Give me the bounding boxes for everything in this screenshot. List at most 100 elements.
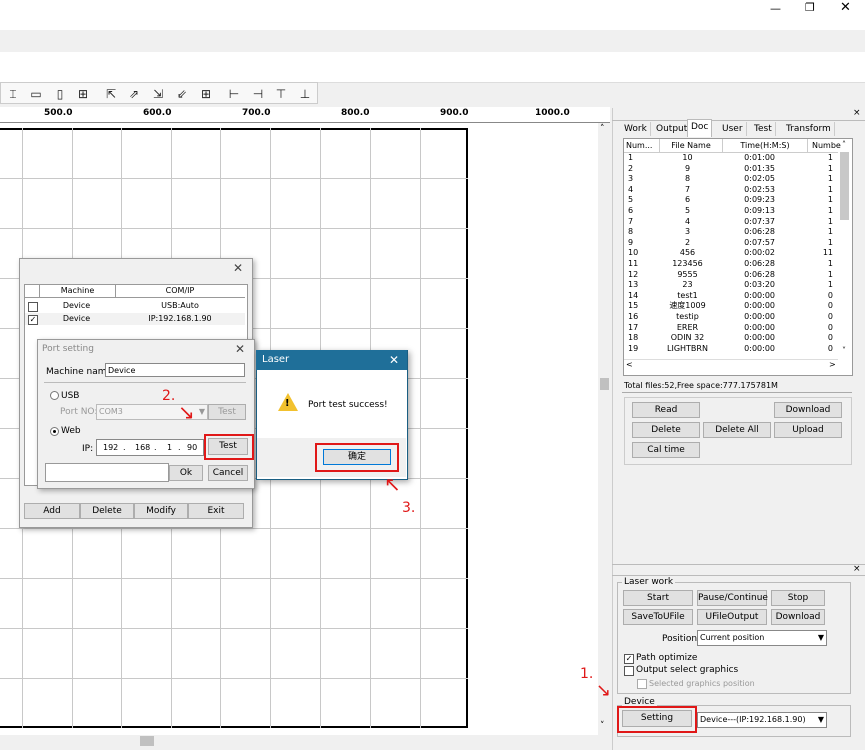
exit-button[interactable]: Exit [188,503,244,519]
web-radio[interactable] [50,427,59,436]
tab-transform[interactable]: Transform [783,122,835,136]
sort-up-icon[interactable]: ˄ [842,140,846,149]
selected-position-checkbox[interactable] [637,679,647,689]
align-center-icon[interactable]: ⌶ [5,86,21,102]
table-row[interactable]: 12 9555 0:06:28 1 [625,270,837,281]
close-icon[interactable]: ✕ [840,0,851,15]
table-row[interactable]: 7 4 0:07:37 1 [625,217,837,228]
machine-checkbox[interactable] [28,302,38,312]
column-header[interactable]: Time(H:M:S) [723,139,808,152]
start-button[interactable]: Start [623,590,693,606]
scroll-up-icon[interactable]: ˄ [600,124,605,134]
align-bottom-icon[interactable]: ⊥ [297,86,313,102]
delete-all-button[interactable]: Delete All [703,422,771,438]
table-row[interactable]: 2 9 0:01:35 1 [625,164,837,175]
ip-input[interactable]: 192 . 168 . 1 . 90 [96,439,204,456]
download-button[interactable]: Download [774,402,842,418]
close-icon[interactable]: ✕ [233,261,243,275]
table-row[interactable]: 1 10 0:01:00 1 [625,153,837,164]
path-optimize-checkbox[interactable]: ✓ [624,654,634,664]
scroll-thumb[interactable] [600,378,609,390]
scroll-left-icon[interactable]: < [626,360,633,369]
machine-row[interactable]: ✓ Device IP:192.168.1.90 [25,313,245,325]
stop-button[interactable]: Stop [771,590,825,606]
align-bottom-right-icon[interactable]: ⇲ [150,86,166,102]
align-top-left-icon[interactable]: ⇱ [103,86,119,102]
tab-test[interactable]: Test [751,122,776,136]
ok-button[interactable]: Ok [169,465,203,481]
align-bottom-left-icon[interactable]: ⇙ [174,86,190,102]
usb-radio[interactable] [50,391,59,400]
table-vscroll-thumb[interactable] [840,152,849,220]
canvas-vscrollbar[interactable] [598,123,611,735]
table-row[interactable]: 13 23 0:03:20 1 [625,280,837,291]
table-row[interactable]: 19 LIGHTBRN 0:00:00 0 [625,344,837,355]
table-row[interactable]: 6 5 0:09:13 1 [625,206,837,217]
table-row[interactable]: 3 8 0:02:05 1 [625,174,837,185]
align-top-icon[interactable]: ⊤ [273,86,289,102]
column-header[interactable]: Num... [626,139,660,152]
column-header[interactable]: Numbe [812,139,842,152]
column-header[interactable]: COM/IP [115,285,245,297]
position-select[interactable]: Current position ▼ [697,630,827,646]
table-cell: 速度1009 [669,301,706,311]
delete-button[interactable]: Delete [80,503,134,519]
device-select[interactable]: Device---(IP:192.168.1.90) ▼ [697,712,827,728]
distribute-h-icon[interactable]: ▭ [28,86,44,102]
sort-down-icon[interactable]: ˅ [842,346,846,355]
close-icon[interactable]: × [853,108,861,118]
machine-checkbox[interactable]: ✓ [28,315,38,325]
table-row[interactable]: 11 123456 0:06:28 1 [625,259,837,270]
minimize-icon[interactable]: — [770,2,781,15]
close-icon[interactable]: ✕ [235,342,245,356]
cancel-button[interactable]: Cancel [208,465,248,481]
ufile-output-button[interactable]: UFileOutput [697,609,767,625]
machine-name-input[interactable]: Device [105,363,245,377]
machine-row[interactable]: Device USB:Auto [25,300,245,312]
tab-user[interactable]: User [719,122,747,136]
table-row[interactable]: 17 ERER 0:00:00 0 [625,323,837,334]
table-row[interactable]: 16 testip 0:00:00 0 [625,312,837,323]
pause-continue-button[interactable]: Pause/Continue [697,590,768,606]
save-to-ufile-button[interactable]: SaveToUFile [623,609,693,625]
table-row[interactable]: 10 456 0:00:02 11 [625,248,837,259]
annotation-label: 1. [580,666,594,682]
scroll-right-icon[interactable]: > [829,360,836,369]
download-button[interactable]: Download [771,609,825,625]
align-right-icon[interactable]: ⊣ [250,86,266,102]
column-header[interactable]: File Name [660,139,723,152]
modify-button[interactable]: Modify [134,503,188,519]
tab-work[interactable]: Work [621,122,651,136]
hscroll-thumb[interactable] [140,736,154,746]
align-left-icon[interactable]: ⊢ [226,86,242,102]
add-button[interactable]: Add [24,503,80,519]
canvas-hscrollbar[interactable] [0,735,598,747]
table-row[interactable]: 14 test1 0:00:00 0 [625,291,837,302]
read-button[interactable]: Read [632,402,700,418]
ip-octet: 168 [135,443,151,452]
table-row[interactable]: 18 ODIN 32 0:00:00 0 [625,333,837,344]
distribute-v-icon[interactable]: ▯ [52,86,68,102]
table-hscrollbar[interactable]: < > [624,359,838,372]
table-row[interactable]: 4 7 0:02:53 1 [625,185,837,196]
restore-icon[interactable]: ❐ [805,1,815,14]
table-row[interactable]: 9 2 0:07:57 1 [625,238,837,249]
table-row[interactable]: 15 速度1009 0:00:00 0 [625,301,837,312]
table-row[interactable]: 5 6 0:09:23 1 [625,195,837,206]
cal-time-button[interactable]: Cal time [632,442,700,458]
test-button-disabled[interactable]: Test [208,404,246,420]
upload-button[interactable]: Upload [774,422,842,438]
table-row[interactable]: 8 3 0:06:28 1 [625,227,837,238]
delete-button[interactable]: Delete [632,422,700,438]
table-cell: ERER [676,322,699,332]
align-center-box-icon[interactable]: ⊞ [198,86,214,102]
scroll-down-icon[interactable]: ˅ [600,721,605,731]
align-top-right-icon[interactable]: ⇗ [126,86,142,102]
grid-align-icon[interactable]: ⊞ [75,86,91,102]
output-select-checkbox[interactable] [624,666,634,676]
close-icon[interactable]: × [853,564,861,574]
column-header[interactable]: Machine [39,285,116,297]
close-icon[interactable]: ✕ [389,353,399,367]
tab-doc[interactable]: Doc [687,119,713,137]
tab-output[interactable]: Output [653,122,692,136]
